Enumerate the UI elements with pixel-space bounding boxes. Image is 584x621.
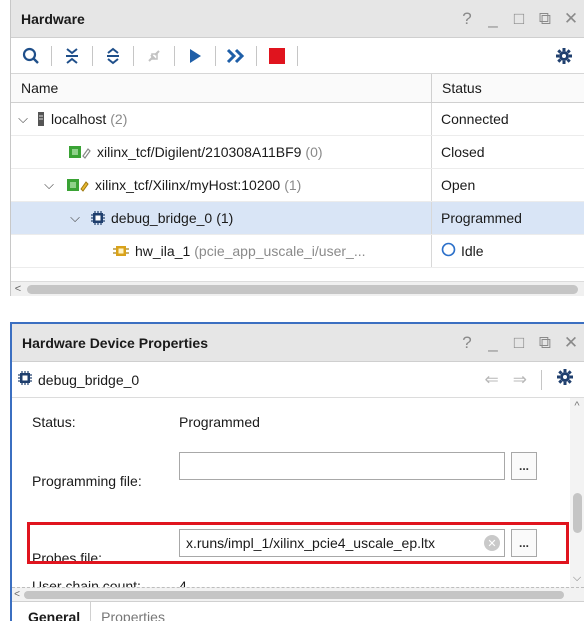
user-chain-row: User chain count: 4 xyxy=(12,576,584,587)
properties-object-bar: debug_bridge_0 ⇐ ⇒ xyxy=(12,362,584,398)
properties-title: Hardware Device Properties xyxy=(22,334,208,351)
scroll-up-icon[interactable]: ^ xyxy=(570,400,584,412)
scroll-down-icon[interactable]: ⌵ xyxy=(570,572,584,585)
scroll-left-icon[interactable]: < xyxy=(11,283,25,295)
chevron-down-icon[interactable]: ⌵ xyxy=(67,210,83,226)
programming-file-row: Programming file: ... xyxy=(12,452,584,496)
user-chain-label: User chain count: xyxy=(32,578,141,587)
hardware-device-properties-panel: Hardware Device Properties ? _ □ ⧉ ✕ deb… xyxy=(10,322,584,621)
float-icon[interactable]: ⧉ xyxy=(536,333,554,353)
gear-icon[interactable] xyxy=(556,368,574,391)
tree-row-hw-ila[interactable]: hw_ila_1 (pcie_app_uscale_i/user_... Idl… xyxy=(11,235,584,268)
minimize-icon[interactable]: _ xyxy=(484,333,502,353)
row-count: (1) xyxy=(284,177,302,193)
row-count: (1) xyxy=(216,210,234,226)
tree-row-xilinx-target[interactable]: ⌵ xilinx_tcf/Xilinx/myHost:10200 (1) Ope… xyxy=(11,169,584,202)
status-label: Status: xyxy=(32,414,76,430)
row-label: debug_bridge_0 xyxy=(111,210,213,226)
row-status: Connected xyxy=(441,111,509,127)
board-open-icon xyxy=(67,178,89,192)
maximize-icon[interactable]: □ xyxy=(510,333,528,353)
minimize-icon[interactable]: _ xyxy=(484,9,502,29)
status-value: Programmed xyxy=(179,414,260,430)
hardware-title: Hardware xyxy=(21,10,85,27)
tree-row-digilent-target[interactable]: xilinx_tcf/Digilent/210308A11BF9 (0) Clo… xyxy=(11,136,584,169)
scroll-thumb[interactable] xyxy=(573,493,582,533)
window-controls: ? _ □ ⧉ ✕ xyxy=(458,9,584,29)
column-status[interactable]: Status xyxy=(432,74,584,102)
row-label: xilinx_tcf/Digilent/210308A11BF9 xyxy=(97,144,302,160)
float-icon[interactable]: ⧉ xyxy=(536,9,554,29)
row-status-cell: Idle xyxy=(432,242,584,260)
row-status: Closed xyxy=(441,144,485,160)
hardware-panel: Hardware ? _ □ ⧉ ✕ Name Status ⌵ localho… xyxy=(10,0,584,296)
chip-icon xyxy=(18,371,32,388)
stop-icon[interactable] xyxy=(263,42,291,70)
properties-titlebar: Hardware Device Properties ? _ □ ⧉ ✕ xyxy=(12,324,584,362)
properties-vertical-scrollbar[interactable]: ^ ⌵ xyxy=(570,398,584,587)
tab-properties[interactable]: Properties xyxy=(91,602,175,621)
help-icon[interactable]: ? xyxy=(458,9,476,29)
back-arrow-icon[interactable]: ⇐ xyxy=(485,370,499,390)
properties-nav: ⇐ ⇒ xyxy=(485,368,584,391)
tree-row-localhost[interactable]: ⌵ localhost (2) Connected xyxy=(11,103,584,136)
close-icon[interactable]: ✕ xyxy=(562,9,580,29)
server-icon xyxy=(37,111,45,127)
user-chain-value: 4 xyxy=(179,578,187,587)
row-count: (0) xyxy=(305,144,323,160)
row-status: Open xyxy=(441,177,476,193)
run-trigger-icon[interactable] xyxy=(181,42,209,70)
row-label: hw_ila_1 xyxy=(135,243,191,259)
close-icon[interactable]: ✕ xyxy=(562,333,580,353)
gear-icon[interactable] xyxy=(550,42,578,70)
run-immediate-icon[interactable] xyxy=(222,42,250,70)
properties-form: Status: Programmed Programming file: ...… xyxy=(12,398,584,587)
properties-horizontal-scrollbar[interactable]: < xyxy=(12,587,584,601)
chevron-down-icon[interactable]: ⌵ xyxy=(41,177,57,193)
help-icon[interactable]: ? xyxy=(458,333,476,353)
row-count: (2) xyxy=(110,111,128,127)
scroll-thumb[interactable] xyxy=(24,590,564,599)
auto-connect-icon xyxy=(140,42,168,70)
row-count: (pcie_app_uscale_i/user_... xyxy=(194,243,366,259)
forward-arrow-icon[interactable]: ⇒ xyxy=(513,370,527,390)
board-closed-icon xyxy=(69,145,91,159)
row-status: Programmed xyxy=(441,210,522,226)
hardware-toolbar xyxy=(11,38,584,74)
tree-horizontal-scrollbar[interactable]: < xyxy=(11,281,584,296)
tree-header: Name Status xyxy=(11,74,584,103)
idle-status-icon xyxy=(441,242,456,260)
programming-file-browse-button[interactable]: ... xyxy=(511,452,537,480)
hardware-titlebar: Hardware ? _ □ ⧉ ✕ xyxy=(11,0,584,38)
properties-tabs: General Properties xyxy=(12,601,584,621)
chevron-down-icon[interactable]: ⌵ xyxy=(15,111,31,127)
scroll-thumb[interactable] xyxy=(27,284,578,294)
row-label: localhost xyxy=(51,111,107,127)
scroll-left-icon[interactable]: < xyxy=(12,589,22,600)
tab-general[interactable]: General xyxy=(18,602,92,621)
row-label: xilinx_tcf/Xilinx/myHost:10200 xyxy=(95,177,281,193)
programming-file-input[interactable] xyxy=(179,452,505,480)
search-icon[interactable] xyxy=(17,42,45,70)
column-name[interactable]: Name xyxy=(11,74,432,102)
collapse-all-icon[interactable] xyxy=(58,42,86,70)
programming-file-label: Programming file: xyxy=(32,473,142,489)
row-status: Idle xyxy=(461,243,484,259)
probes-file-highlight xyxy=(27,522,569,564)
chip-icon xyxy=(91,211,105,225)
window-controls: ? _ □ ⧉ ✕ xyxy=(458,333,584,353)
ila-core-icon xyxy=(113,244,129,258)
object-name: debug_bridge_0 xyxy=(38,371,140,388)
maximize-icon[interactable]: □ xyxy=(510,9,528,29)
tree-row-debug-bridge[interactable]: ⌵ debug_bridge_0 (1) Programmed xyxy=(11,202,584,235)
status-row: Status: Programmed xyxy=(12,410,584,434)
expand-all-icon[interactable] xyxy=(99,42,127,70)
